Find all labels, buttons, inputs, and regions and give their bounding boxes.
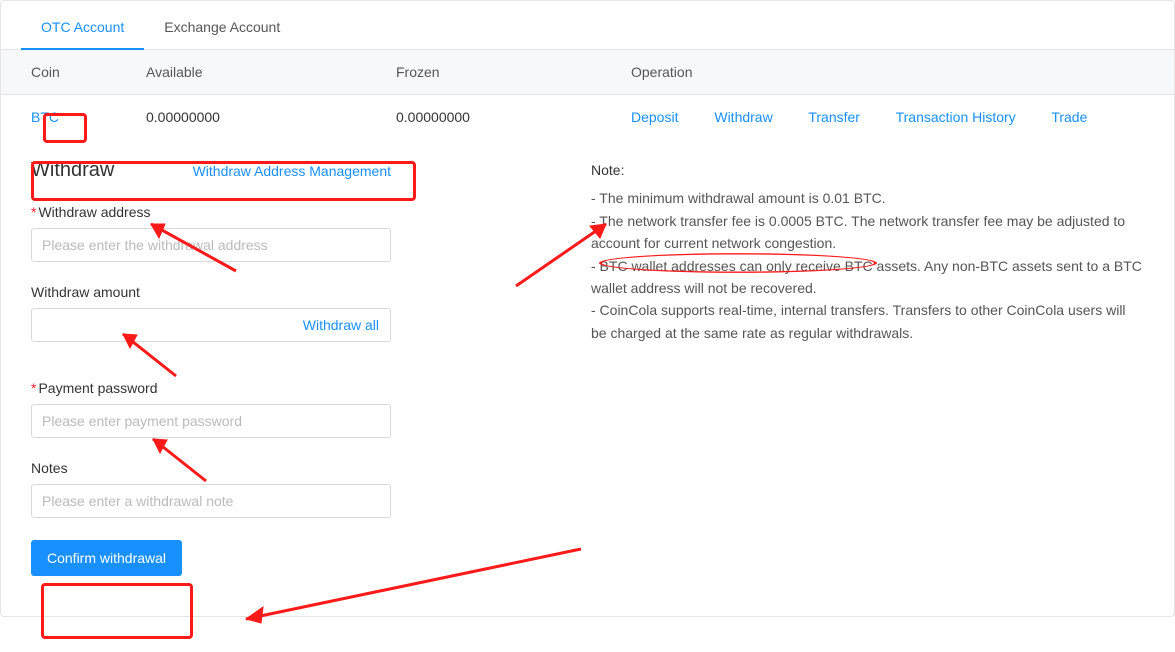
- withdraw-address-input[interactable]: [31, 228, 391, 262]
- op-withdraw[interactable]: Withdraw: [714, 109, 772, 125]
- withdraw-all-button[interactable]: Withdraw all: [291, 308, 391, 342]
- balances-table-header: Coin Available Frozen Operation: [1, 50, 1174, 95]
- account-container: OTC Account Exchange Account Coin Availa…: [0, 0, 1175, 617]
- account-tabs: OTC Account Exchange Account: [1, 1, 1174, 50]
- confirm-withdrawal-button[interactable]: Confirm withdrawal: [31, 540, 182, 576]
- tab-otc-account[interactable]: OTC Account: [21, 1, 144, 49]
- note-line-internal-transfer: - CoinCola supports real-time, internal …: [591, 299, 1144, 344]
- tab-exchange-account[interactable]: Exchange Account: [144, 1, 300, 49]
- header-coin: Coin: [31, 64, 146, 80]
- payment-password-label-text: Payment password: [38, 380, 157, 396]
- op-trade[interactable]: Trade: [1051, 109, 1087, 125]
- withdraw-address-label: *Withdraw address: [31, 204, 441, 220]
- header-available: Available: [146, 64, 396, 80]
- coin-link-btc[interactable]: BTC: [31, 109, 59, 125]
- cell-available: 0.00000000: [146, 109, 396, 125]
- header-frozen: Frozen: [396, 64, 631, 80]
- payment-password-input[interactable]: [31, 404, 391, 438]
- notes-input[interactable]: [31, 484, 391, 518]
- header-operation: Operation: [631, 64, 1144, 80]
- withdraw-section: Withdraw Withdraw Address Management *Wi…: [1, 139, 1174, 616]
- withdraw-address-label-text: Withdraw address: [38, 204, 150, 220]
- table-row: BTC 0.00000000 0.00000000 Deposit Withdr…: [1, 95, 1174, 139]
- notes-label: Notes: [31, 460, 441, 476]
- payment-password-label: *Payment password: [31, 380, 441, 396]
- withdraw-address-management-link[interactable]: Withdraw Address Management: [193, 163, 391, 179]
- withdraw-header: Withdraw Withdraw Address Management: [31, 159, 391, 186]
- withdraw-form: Withdraw Withdraw Address Management *Wi…: [31, 159, 441, 576]
- op-transaction-history[interactable]: Transaction History: [896, 109, 1016, 125]
- cell-frozen: 0.00000000: [396, 109, 631, 125]
- note-line-btc-only: - BTC wallet addresses can only receive …: [591, 255, 1144, 300]
- op-deposit[interactable]: Deposit: [631, 109, 678, 125]
- withdraw-title: Withdraw: [31, 159, 114, 182]
- cell-operations: Deposit Withdraw Transfer Transaction Hi…: [631, 109, 1144, 125]
- note-title: Note:: [591, 159, 1144, 181]
- note-line-network-fee: - The network transfer fee is 0.0005 BTC…: [591, 210, 1144, 255]
- withdraw-notes: Note: - The minimum withdrawal amount is…: [591, 159, 1144, 576]
- note-line-min-amount: - The minimum withdrawal amount is 0.01 …: [591, 187, 1144, 209]
- withdraw-amount-label: Withdraw amount: [31, 284, 441, 300]
- op-transfer[interactable]: Transfer: [808, 109, 860, 125]
